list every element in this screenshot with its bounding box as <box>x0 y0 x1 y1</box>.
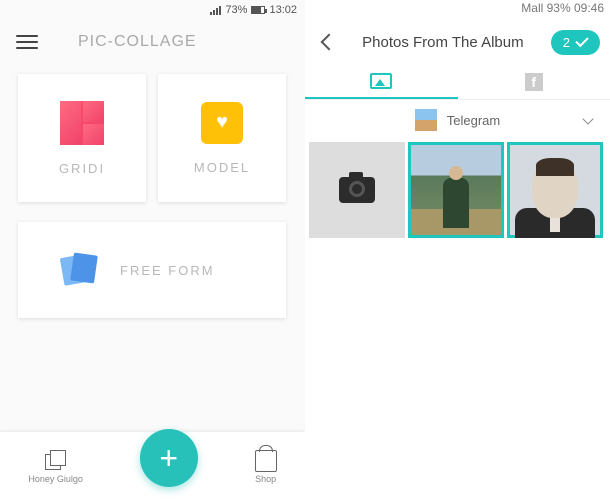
source-tabs: f <box>305 64 610 100</box>
left-screen: 73% 13:02 PIC-COLLAGE GRIDI ♥ MODEL <box>0 0 305 502</box>
freeform-card[interactable]: FREE FORM <box>18 222 286 318</box>
heart-icon: ♥ <box>201 102 243 144</box>
nav-shop[interactable]: Shop <box>255 450 277 484</box>
chevron-down-icon <box>582 113 593 124</box>
shop-icon <box>255 450 277 472</box>
status-bar-left: 73% 13:02 <box>0 0 305 20</box>
freeform-label: FREE FORM <box>120 263 215 278</box>
collage-icon <box>45 450 67 472</box>
tab-gallery[interactable] <box>305 64 458 99</box>
camera-icon <box>339 177 375 203</box>
plus-icon: + <box>159 440 178 477</box>
grid-icon <box>60 101 104 145</box>
model-card[interactable]: ♥ MODEL <box>158 74 286 202</box>
nav-home[interactable]: Honey Giulgo <box>28 450 83 484</box>
menu-icon[interactable] <box>16 35 38 49</box>
clock-text: 13:02 <box>269 4 297 16</box>
album-name: Telegram <box>447 113 500 128</box>
nav-shop-label: Shop <box>255 474 276 484</box>
battery-text: 73% <box>225 4 247 16</box>
photo-thumb-2[interactable] <box>507 142 603 238</box>
battery-icon <box>251 6 265 14</box>
picker-header: Photos From The Album 2 <box>305 20 610 64</box>
tab-facebook[interactable]: f <box>458 64 610 99</box>
photo-grid <box>305 140 610 240</box>
back-icon[interactable] <box>321 34 338 51</box>
status-bar-right: Mall 93% 09:46 <box>521 1 604 15</box>
fab-add-button[interactable]: + <box>140 429 198 487</box>
photo-thumb-1[interactable] <box>408 142 504 238</box>
app-header: PIC-COLLAGE <box>0 20 305 64</box>
picker-title: Photos From The Album <box>351 34 535 51</box>
album-thumb-icon <box>415 109 437 131</box>
bottom-nav: Honey Giulgo + Shop <box>0 432 305 502</box>
grid-card[interactable]: GRIDI <box>18 74 146 202</box>
signal-icon <box>210 5 221 15</box>
facebook-icon: f <box>525 73 543 91</box>
album-dropdown[interactable]: Telegram <box>305 100 610 140</box>
freeform-icon <box>58 250 98 290</box>
person-shape <box>443 178 469 228</box>
grid-label: GRIDI <box>59 161 105 176</box>
camera-cell[interactable] <box>309 142 405 238</box>
done-button[interactable]: 2 <box>551 30 600 55</box>
model-label: MODEL <box>194 160 250 175</box>
gallery-icon <box>370 73 392 89</box>
face-shape <box>532 162 578 218</box>
check-icon <box>575 34 588 47</box>
nav-home-label: Honey Giulgo <box>28 474 83 484</box>
right-screen: Mall 93% 09:46 Photos From The Album 2 f… <box>305 0 610 502</box>
selected-count: 2 <box>563 35 570 50</box>
app-title: PIC-COLLAGE <box>78 33 197 51</box>
